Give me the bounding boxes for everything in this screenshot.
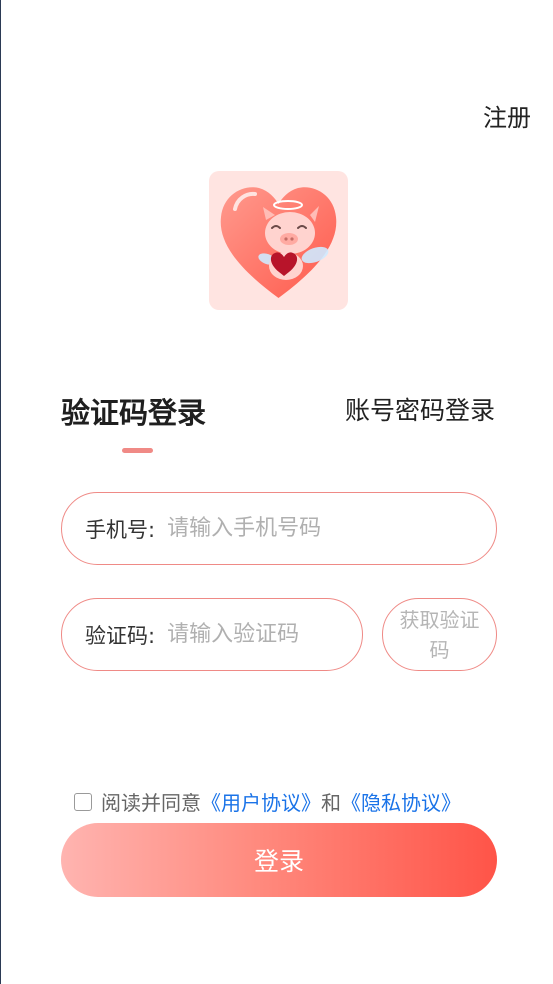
login-page: 注册 验证码登录 账号密码登录 手机号: 请输入手机号码 验证码: 请输入验证码… (0, 0, 553, 984)
active-tab-indicator (122, 448, 153, 453)
code-field: 验证码: (61, 598, 363, 671)
tab-sms-login[interactable]: 验证码登录 (61, 390, 206, 432)
agreement-checkbox[interactable] (74, 792, 92, 811)
heart-pig-logo-icon (220, 187, 337, 298)
user-agreement-link[interactable]: 《用户协议》 (201, 787, 321, 816)
phone-input[interactable] (165, 515, 390, 542)
tab-password-login[interactable]: 账号密码登录 (345, 391, 495, 427)
login-button[interactable]: 登录 (61, 823, 497, 897)
register-link[interactable]: 注册 (483, 98, 531, 133)
privacy-agreement-link[interactable]: 《隐私协议》 (341, 787, 461, 816)
get-code-button[interactable]: 获取验证码 (382, 598, 497, 671)
agreement-prefix: 阅读并同意 (101, 791, 201, 815)
agreement-conjunction: 和 (321, 791, 341, 815)
app-logo (209, 171, 348, 310)
agreement-row: 阅读并同意 《用户协议》 和 《隐私协议》 (74, 787, 461, 816)
phone-field: 手机号: (61, 492, 497, 565)
code-input[interactable] (165, 621, 340, 648)
code-label: 验证码: (85, 623, 156, 648)
phone-label: 手机号: (85, 517, 156, 542)
